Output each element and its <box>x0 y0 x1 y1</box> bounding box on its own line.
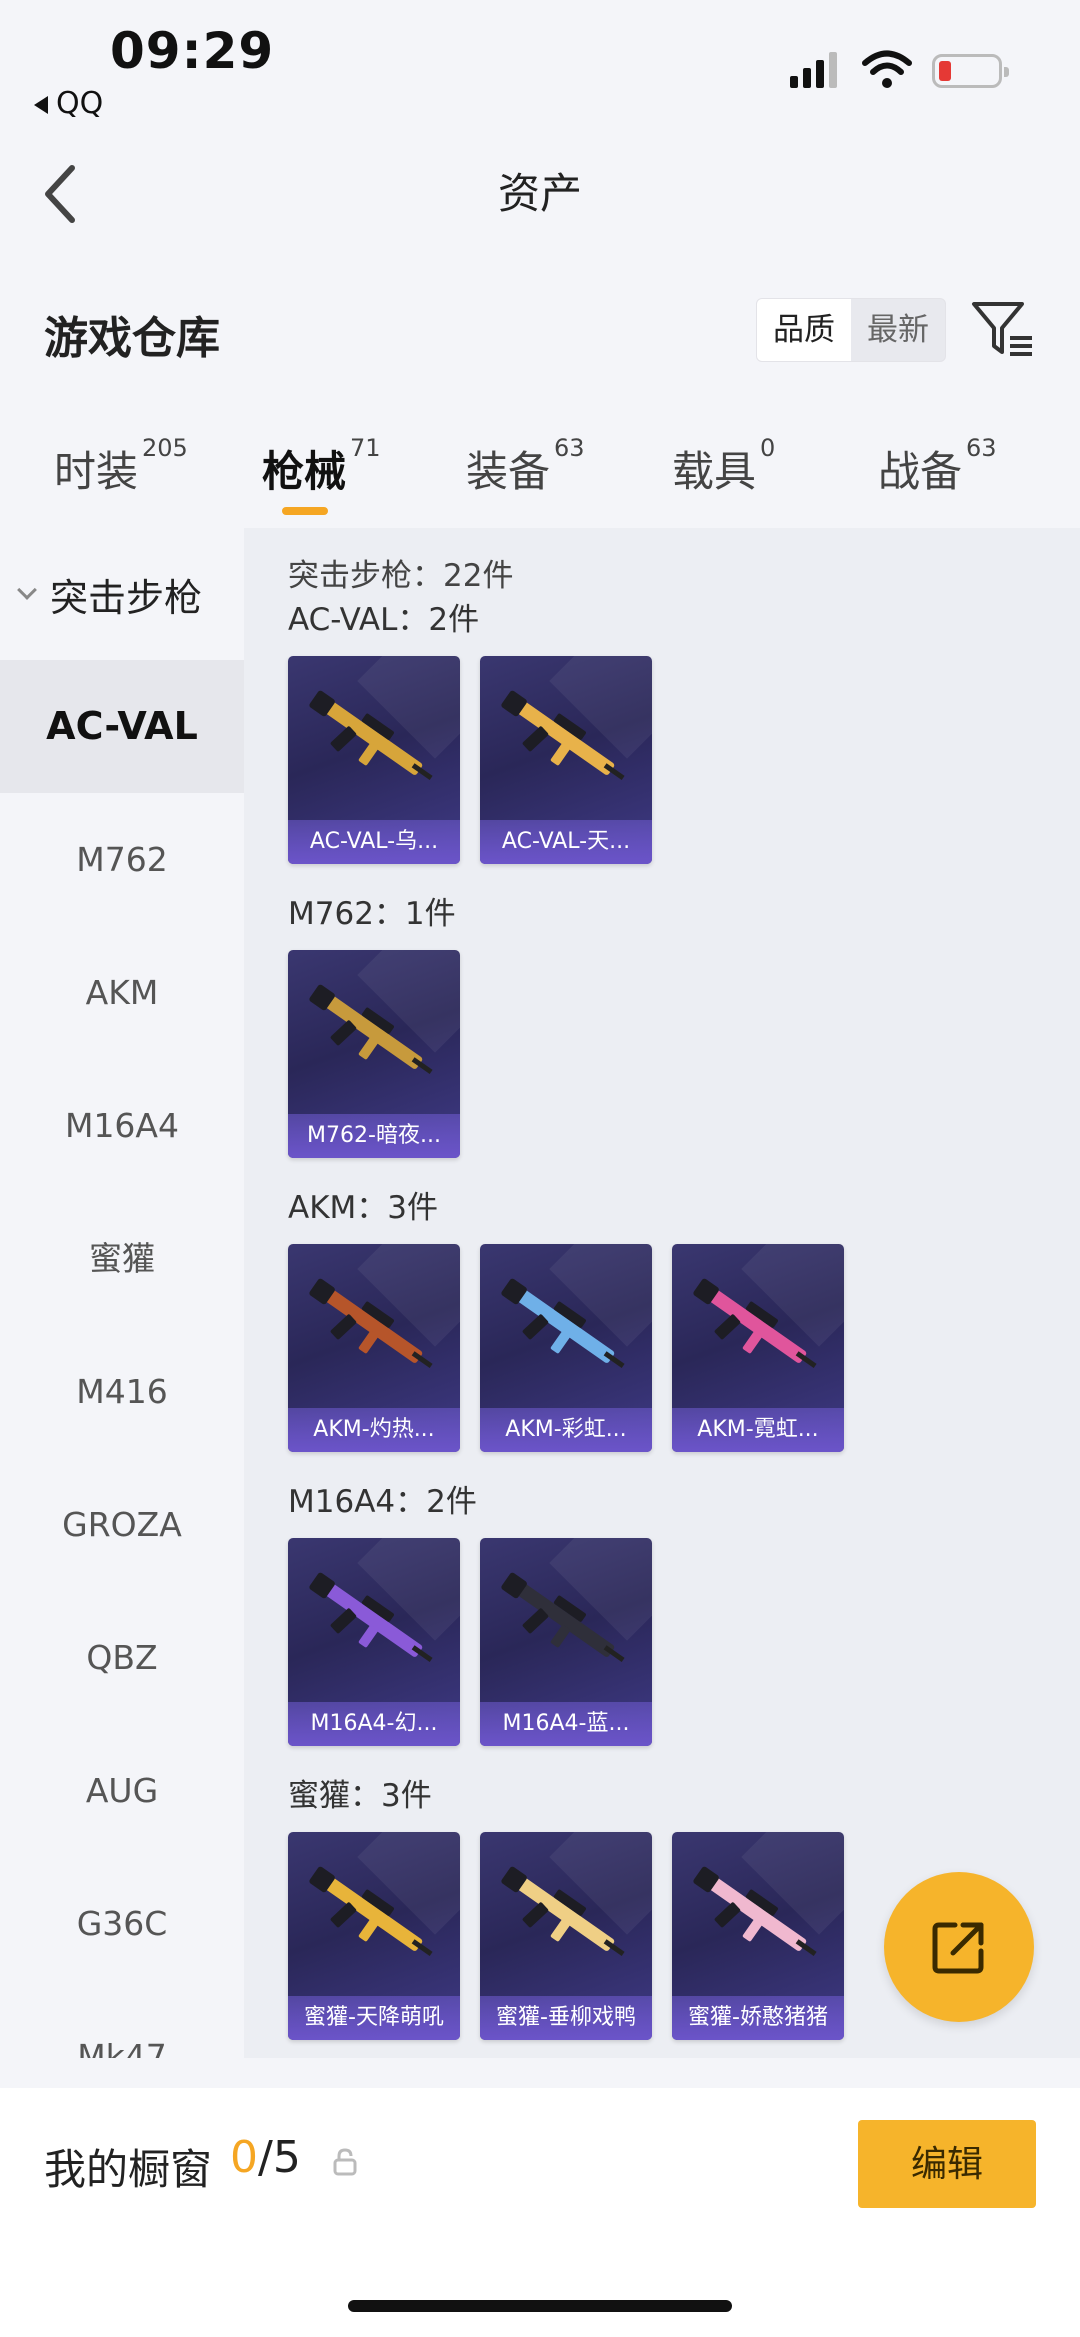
tab-count: 63 <box>554 434 585 462</box>
group-label: AKM：3件 <box>288 1190 439 1226</box>
weapon-card[interactable]: AC-VAL-天... <box>480 656 652 864</box>
tab-costume[interactable]: 时装 205 <box>54 434 188 499</box>
tab-equipment[interactable]: 装备 63 <box>466 434 585 499</box>
tab-vehicles[interactable]: 载具 0 <box>672 434 775 499</box>
tab-battle-gear[interactable]: 战备 63 <box>878 434 997 499</box>
showcase-current: 0 <box>230 2132 258 2183</box>
battery-icon <box>932 54 1009 88</box>
sidebar-item[interactable]: G36C <box>0 1857 244 1990</box>
sidebar-item[interactable]: GROZA <box>0 1458 244 1591</box>
sidebar-item[interactable]: 蜜獾 <box>0 1192 244 1325</box>
sidebar-list: AC-VAL M762 AKM M16A4 蜜獾 M416 GROZA QBZ AUG G36C M… <box>0 660 244 2058</box>
active-tab-indicator <box>282 507 328 515</box>
showcase-label: 我的橱窗 <box>44 2145 213 2194</box>
wifi-icon <box>862 50 912 88</box>
showcase-max: /5 <box>258 2132 301 2183</box>
lock-icon <box>333 2148 357 2176</box>
weapon-card-name: 蜜獾-垂柳戏鸭 <box>480 1996 652 2040</box>
share-icon <box>932 1922 984 1974</box>
weapon-grid: 突击步枪：22件 AC-VAL：2件 AC-VAL-乌... AC-VAL-天...… <box>244 528 1080 2058</box>
weapon-sidebar: 突击步枪 AC-VAL M762 AKM M16A4 蜜獾 M416 GROZA QBZ AUG… <box>0 528 244 2058</box>
sidebar-item[interactable]: AKM <box>0 926 244 1059</box>
gun-image <box>501 1866 625 1957</box>
gun-image <box>501 1278 625 1369</box>
weapon-card[interactable]: AKM-霓虹... <box>672 1244 844 1452</box>
cellular-signal-icon <box>790 52 837 88</box>
weapon-card-name: AC-VAL-乌... <box>288 820 460 864</box>
weapon-card[interactable]: M16A4-蓝... <box>480 1538 652 1746</box>
sidebar-category-label: 突击步枪 <box>50 575 203 620</box>
edit-button[interactable]: 编辑 <box>858 2120 1036 2208</box>
showcase-count: 0/5 <box>230 2132 301 2183</box>
back-app-label: QQ <box>56 86 104 121</box>
gun-image <box>309 690 433 781</box>
sidebar-item[interactable]: Mk47 <box>0 1990 244 2058</box>
weapon-card[interactable]: 蜜獾-天降萌吼 <box>288 1832 460 2040</box>
gun-image <box>501 1572 625 1663</box>
sidebar-item[interactable]: M416 <box>0 1325 244 1458</box>
sidebar-item[interactable]: M762 <box>0 793 244 926</box>
gun-image <box>693 1866 817 1957</box>
category-tabs: 时装 205 枪械 71 装备 63 载具 0 战备 63 <box>0 434 1080 518</box>
weapon-card[interactable]: M16A4-幻... <box>288 1538 460 1746</box>
sidebar-item[interactable]: AUG <box>0 1724 244 1857</box>
home-indicator <box>348 2300 732 2312</box>
sidebar-item[interactable]: QBZ <box>0 1591 244 1724</box>
weapon-card-name: AC-VAL-天... <box>480 820 652 864</box>
weapon-card[interactable]: 蜜獾-垂柳戏鸭 <box>480 1832 652 2040</box>
warehouse-title: 游戏仓库 <box>44 313 220 364</box>
weapon-card[interactable]: M762-暗夜... <box>288 950 460 1158</box>
group-label: AC-VAL：2件 <box>288 602 480 638</box>
weapon-card[interactable]: 蜜獾-娇憨猪猪 <box>672 1832 844 2040</box>
tab-guns[interactable]: 枪械 71 <box>262 434 381 499</box>
filter-icon[interactable] <box>970 298 1036 360</box>
gun-image <box>309 1278 433 1369</box>
weapon-card-name: M16A4-蓝... <box>480 1702 652 1746</box>
back-triangle-icon <box>34 95 48 114</box>
tab-count: 0 <box>760 434 776 462</box>
group-label: 蜜獾：3件 <box>288 1778 432 1814</box>
sidebar-category-header[interactable]: 突击步枪 <box>0 528 244 660</box>
sort-by-quality-button[interactable]: 品质 <box>757 299 851 361</box>
weapon-card-name: M762-暗夜... <box>288 1114 460 1158</box>
status-time: 09:29 <box>110 22 275 80</box>
gun-image <box>309 1572 433 1663</box>
weapon-card-name: M16A4-幻... <box>288 1702 460 1746</box>
tab-label: 枪械 <box>262 447 347 496</box>
weapon-card[interactable]: AC-VAL-乌... <box>288 656 460 864</box>
gun-image <box>309 1866 433 1957</box>
back-to-app-link[interactable]: QQ <box>34 86 103 121</box>
tab-label: 时装 <box>54 447 139 496</box>
gun-image <box>693 1278 817 1369</box>
chevron-down-icon <box>17 580 37 600</box>
page-title: 资产 <box>497 169 582 218</box>
weapon-card[interactable]: AKM-灼热... <box>288 1244 460 1452</box>
sort-toggle: 品质 最新 <box>756 298 946 362</box>
tab-count: 63 <box>966 434 997 462</box>
group-label: M762：1件 <box>288 896 456 932</box>
weapon-card-name: 蜜獾-天降萌吼 <box>288 1996 460 2040</box>
tab-label: 装备 <box>466 447 551 496</box>
weapon-card-name: AKM-霓虹... <box>672 1408 844 1452</box>
tab-count: 205 <box>142 434 188 462</box>
weapon-card-name: 蜜獾-娇憨猪猪 <box>672 1996 844 2040</box>
tab-label: 载具 <box>672 447 757 496</box>
gun-image <box>309 984 433 1075</box>
sidebar-item[interactable]: M16A4 <box>0 1059 244 1192</box>
weapon-card[interactable]: AKM-彩虹... <box>480 1244 652 1452</box>
share-button[interactable] <box>884 1872 1034 2022</box>
tab-label: 战备 <box>878 447 963 496</box>
weapon-card-name: AKM-灼热... <box>288 1408 460 1452</box>
sidebar-item[interactable]: AC-VAL <box>0 660 244 793</box>
tab-count: 71 <box>350 434 381 462</box>
gun-image <box>501 690 625 781</box>
status-bar: 09:29 QQ <box>0 0 1080 130</box>
group-label: M16A4：2件 <box>288 1484 477 1520</box>
weapon-card-name: AKM-彩虹... <box>480 1408 652 1452</box>
category-total: 突击步枪：22件 <box>288 558 514 594</box>
sort-by-newest-button[interactable]: 最新 <box>851 299 945 361</box>
